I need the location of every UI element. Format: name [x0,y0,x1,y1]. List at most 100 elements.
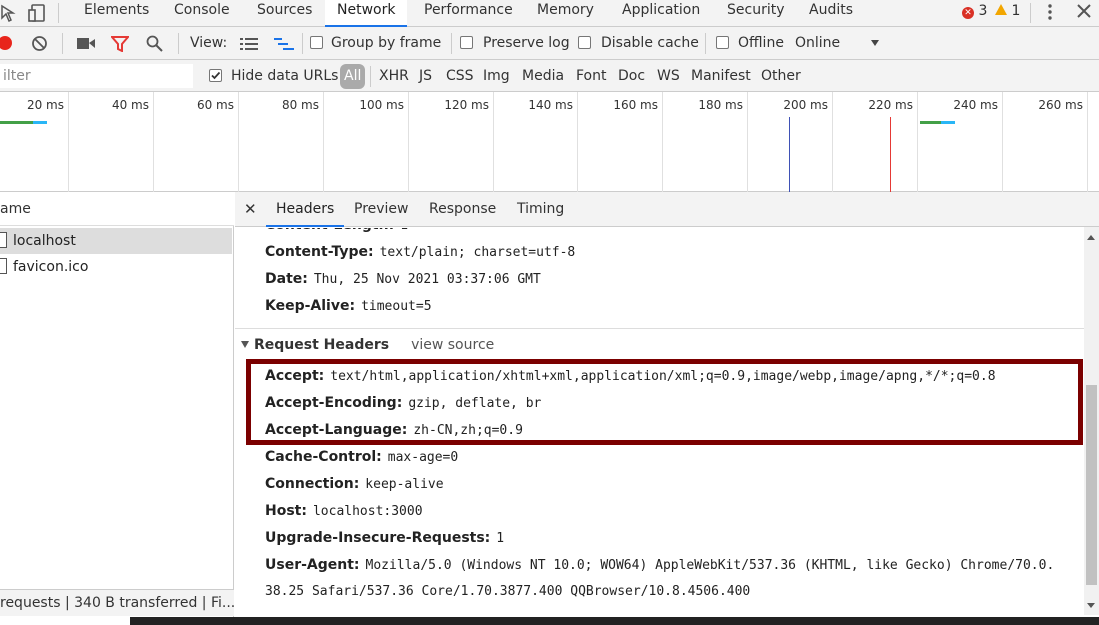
offline-checkbox[interactable] [716,27,729,60]
type-filter-img[interactable]: Img [483,60,510,92]
request-name: localhost [13,233,76,249]
tab-console[interactable]: Console [174,0,230,27]
type-filter-other[interactable]: Other [761,60,801,92]
hide-data-urls-checkbox[interactable] [209,60,222,92]
request-row-favicon[interactable]: favicon.ico [0,254,232,280]
request-headers-title[interactable]: Request Headers view source [241,337,494,353]
record-icon[interactable] [0,36,12,50]
timeline-tick-label: 220 ms [868,98,913,112]
view-source-link[interactable]: view source [411,337,494,353]
timeline-column: 240 ms [918,92,1003,192]
header-row: Keep-Alive: timeout=5 [265,298,432,314]
scroll-up-icon[interactable] [1087,235,1095,240]
filter-funnel-icon[interactable] [109,36,131,56]
filter-input[interactable]: ilter [0,64,193,88]
type-filter-manifest[interactable]: Manifest [691,60,751,92]
error-icon: ✕ [962,7,974,19]
tab-elements[interactable]: Elements [84,0,149,27]
type-filter-media[interactable]: Media [522,60,564,92]
header-key: Content-Length: [265,228,394,233]
name-column-header[interactable]: ame [0,192,234,226]
document-file-icon [0,232,7,248]
request-row-localhost[interactable]: localhost [0,228,232,254]
kebab-menu-icon[interactable] [1044,2,1056,26]
response-headers-section: Content-Length: 1 Content-Type: text/plain… [235,228,1085,328]
request-bar-1 [0,121,47,124]
group-by-frame-checkbox[interactable] [310,27,323,60]
network-overview-timeline[interactable]: 20 ms 40 ms 60 ms 80 ms 100 ms 120 ms 14… [0,92,1099,192]
tab-headers[interactable]: Headers [266,192,345,227]
close-details-icon[interactable]: ✕ [244,192,257,227]
header-row: User-Agent: Mozilla/5.0 (Windows NT 10.0;… [265,557,1083,573]
tab-network[interactable]: Network [325,0,408,27]
tab-application[interactable]: Application [622,0,700,27]
scrollbar-thumb[interactable] [1086,385,1097,585]
chevron-down-icon[interactable] [871,40,879,46]
timeline-column: 60 ms [154,92,239,192]
header-row: Content-Length: 1 [265,228,408,233]
tab-performance[interactable]: Performance [424,0,513,27]
load-event-marker [890,117,891,192]
warning-counter[interactable]: 1 [995,2,1020,20]
header-value: max-age=0 [387,450,459,465]
tab-security[interactable]: Security [727,0,785,27]
type-filter-js[interactable]: JS [419,60,432,92]
tab-preview[interactable]: Preview [354,192,409,227]
timeline-tick-label: 60 ms [196,98,234,112]
offline-label: Offline [738,35,784,51]
dom-content-loaded-marker [789,117,790,192]
waterfall-overview-icon[interactable] [274,37,294,55]
header-value: 38.25 Safari/537.36 Core/1.70.3877.400 Q… [265,584,751,599]
vertical-scrollbar[interactable] [1084,227,1099,615]
header-value: localhost:3000 [312,504,423,519]
request-details-panel: ✕ Headers Preview Response Timing Conten… [235,192,1099,625]
header-row: Content-Type: text/plain; charset=utf-8 [265,244,575,260]
timeline-column: 20 ms [0,92,69,192]
large-rows-icon[interactable] [240,37,258,55]
warning-icon [995,4,1007,15]
close-icon[interactable] [1076,2,1092,24]
throttling-select[interactable]: Online [795,27,840,60]
type-filter-all[interactable]: All [340,64,366,89]
tab-audits[interactable]: Audits [809,0,853,27]
clear-icon[interactable] [31,35,48,56]
header-key: Date: [265,271,308,287]
request-bar-2 [920,121,955,124]
error-counter[interactable]: ✕ 3 [962,2,987,20]
timeline-tick-label: 80 ms [281,98,319,112]
header-value: Mozilla/5.0 (Windows NT 10.0; WOW64) App… [365,558,1055,573]
timeline-tick-label: 260 ms [1038,98,1083,112]
search-icon[interactable] [146,35,163,56]
tab-sources[interactable]: Sources [257,0,312,27]
separator [451,33,452,54]
type-filter-doc[interactable]: Doc [618,60,645,92]
header-key: Upgrade-Insecure-Requests: [265,530,491,546]
disable-cache-checkbox[interactable] [578,27,591,60]
screenshot-camera-icon[interactable] [77,37,95,54]
inspect-icon[interactable] [0,2,16,28]
tab-memory[interactable]: Memory [537,0,594,27]
highlight-box [246,359,1083,445]
type-filter-font[interactable]: Font [576,60,606,92]
timeline-tick-label: 200 ms [783,98,828,112]
type-filter-css[interactable]: CSS [446,60,474,92]
header-row: Connection: keep-alive [265,476,444,492]
separator [302,33,303,54]
type-filter-ws[interactable]: WS [657,60,680,92]
timeline-column: 80 ms [239,92,324,192]
separator [62,33,63,54]
header-row: Host: localhost:3000 [265,503,423,519]
timeline-column: 100 ms [324,92,409,192]
preserve-log-checkbox[interactable] [460,27,473,60]
header-value: Thu, 25 Nov 2021 03:37:06 GMT [313,272,541,287]
tab-response[interactable]: Response [429,192,496,227]
error-count: 3 [978,3,988,19]
filter-bar: ilter Hide data URLs All XHR JS CSS Img … [0,60,1099,92]
document-file-icon [0,258,7,274]
device-toolbar-icon[interactable] [28,2,50,28]
scroll-down-icon[interactable] [1087,603,1095,608]
header-key: Host: [265,503,307,519]
type-filter-xhr[interactable]: XHR [379,60,409,92]
timeline-column: 140 ms [494,92,578,192]
tab-timing[interactable]: Timing [517,192,564,227]
